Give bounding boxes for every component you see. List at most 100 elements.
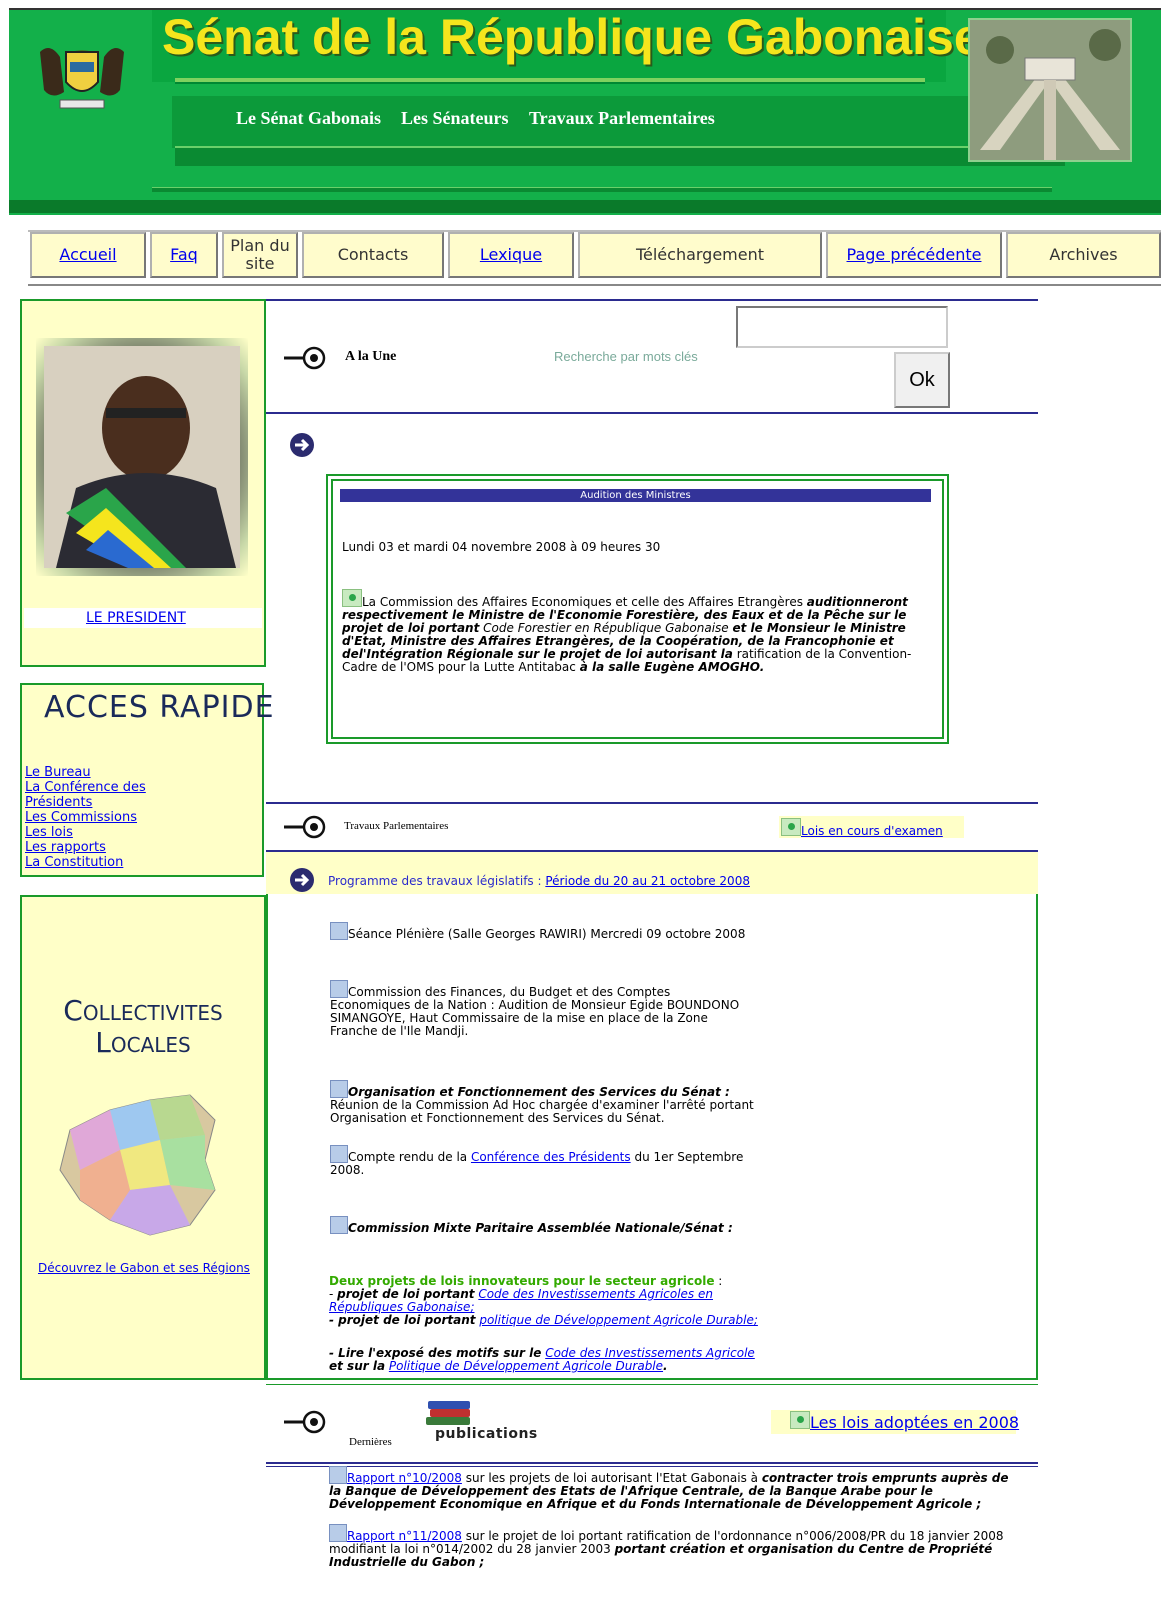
travaux-item-organisation-title: Organisation et Fonctionnement des Servi… [348, 1085, 730, 1099]
lois-en-cours[interactable]: Lois en cours d'examen [781, 818, 943, 838]
collectivites-title-line2: Locales [95, 1026, 191, 1059]
travaux-item-cmp: Commission Mixte Paritaire Assemblée Nat… [330, 1216, 733, 1235]
menu-page-precedente-link[interactable]: Page précédente [847, 246, 982, 264]
rapport-11-link[interactable]: Rapport n°11/2008 [347, 1529, 462, 1543]
circle-arrow-icon [290, 433, 314, 457]
gabon-map-icon[interactable] [40, 1060, 250, 1250]
blue-bullet-icon [330, 1080, 348, 1098]
blue-bullet-icon [330, 922, 348, 940]
bullet-target-icon [284, 1410, 326, 1434]
banner-shadow [9, 200, 1161, 213]
circle-arrow-icon [290, 868, 314, 892]
green-bullet-icon [781, 818, 801, 836]
travaux-item-organisation: Organisation et Fonctionnement des Servi… [330, 1080, 760, 1125]
blue-bullet-icon [330, 1216, 348, 1234]
rule-une-top [266, 299, 1038, 301]
search-label: Recherche par mots clés [554, 349, 698, 364]
projets-agricoles: Deux projets de lois innovateurs pour le… [329, 1274, 758, 1327]
acces-rapide-commissions-link[interactable]: Les Commissions [25, 810, 137, 825]
acces-rapide-rapports-link[interactable]: Les rapports [25, 840, 106, 855]
projet-1-label: projet de loi portant [337, 1287, 475, 1301]
president-link[interactable]: LE PRESIDENT [86, 610, 186, 626]
blue-bullet-icon [330, 980, 348, 998]
lois-adoptees[interactable]: Les lois adoptées en 2008 [790, 1411, 1019, 1432]
dernieres-label: Dernières [349, 1436, 392, 1448]
travaux-item-compte-rendu-pre: Compte rendu de la [348, 1150, 471, 1164]
menu-faq-link[interactable]: Faq [170, 246, 198, 264]
programme-link[interactable]: Période du 20 au 21 octobre 2008 [545, 874, 750, 888]
politique-developpement-link[interactable]: politique de Développement Agricole Dura… [479, 1313, 758, 1327]
bullet-target-icon [284, 815, 326, 839]
topnav-senateurs[interactable]: Les Sénateurs [401, 108, 509, 129]
conference-presidents-link[interactable]: Conférence des Présidents [471, 1150, 631, 1164]
programme-line: Programme des travaux législatifs : Péri… [328, 874, 750, 888]
rapport-10-text: sur les projets de loi autorisant l'Etat… [461, 1471, 762, 1485]
acces-rapide-constitution-link[interactable]: La Constitution [25, 855, 123, 870]
projets-agricoles-colon: : [714, 1274, 723, 1288]
menu-plan-du-site-label: Plan du site [230, 236, 290, 273]
menu-faq[interactable]: Faq [150, 232, 218, 278]
expose-motifs-label: Lire l'exposé des motifs sur le [338, 1346, 542, 1360]
acces-rapide-links: Le Bureau La Conférence des Présidents L… [25, 765, 175, 870]
blue-bullet-icon [329, 1524, 347, 1542]
top-nav-shadow [175, 146, 1065, 166]
lois-adoptees-link[interactable]: Les lois adoptées en 2008 [810, 1413, 1019, 1432]
publications-word: publications [435, 1426, 538, 1442]
audition-text-6: à la salle Eugène AMOGHO. [579, 660, 765, 674]
menu-telechargement-label: Téléchargement [635, 245, 765, 264]
menu-archives-label: Archives [1049, 245, 1118, 264]
travaux-item-organisation-text: Réunion de la Commission Ad Hoc chargée … [330, 1098, 754, 1125]
travaux-item-seance-text: Séance Plénière (Salle Georges RAWIRI) M… [348, 927, 746, 941]
menu-contacts[interactable]: Contacts [302, 232, 444, 278]
projets-agricoles-title: Deux projets de lois innovateurs pour le… [329, 1274, 715, 1288]
travaux-item-compte-rendu: Compte rendu de la Conférence des Présid… [330, 1145, 750, 1177]
acces-rapide-title: ACCES RAPIDE [44, 690, 275, 725]
menu-page-precedente[interactable]: Page précédente [826, 232, 1002, 278]
president-photo[interactable] [36, 338, 248, 576]
audition-text-1: La Commission des Affaires Economiques e… [362, 595, 807, 609]
rapport-10-link[interactable]: Rapport n°10/2008 [347, 1471, 462, 1485]
travaux-item-commission-text: Commission des Finances, du Budget et de… [330, 985, 740, 1038]
title-divider [175, 78, 925, 84]
expose-motifs: - Lire l'exposé des motifs sur le Code d… [329, 1346, 755, 1373]
travaux-item-cmp-text: Commission Mixte Paritaire Assemblée Nat… [348, 1221, 733, 1235]
search-ok-button[interactable]: Ok [894, 352, 950, 408]
programme-prefix: Programme des travaux législatifs : [328, 874, 546, 888]
menu-contacts-label: Contacts [337, 245, 409, 264]
topnav-travaux[interactable]: Travaux Parlementaires [529, 108, 715, 129]
menu-plan-du-site[interactable]: Plan du site [222, 232, 298, 278]
site-title: Sénat de la République Gabonaise [162, 9, 982, 65]
topnav-senat[interactable]: Le Sénat Gabonais [236, 108, 381, 129]
menu-accueil-link[interactable]: Accueil [59, 246, 116, 264]
expose-politique-link[interactable]: Politique de Développement Agricole Dura… [389, 1359, 663, 1373]
rule-une-bottom [266, 412, 1038, 414]
acces-rapide-lois-link[interactable]: Les lois [25, 825, 73, 840]
menu-lexique[interactable]: Lexique [448, 232, 574, 278]
bullet-target-icon [284, 346, 326, 370]
green-bullet-icon [790, 1411, 810, 1429]
travaux-item-commission: Commission des Finances, du Budget et de… [330, 980, 750, 1038]
audition-title: Audition des Ministres [340, 489, 931, 502]
rapport-10: Rapport n°10/2008 sur les projets de loi… [329, 1466, 1019, 1511]
rapport-11: Rapport n°11/2008 sur le projet de loi p… [329, 1524, 1019, 1569]
banner-divider [152, 187, 1052, 192]
senate-building-photo [968, 18, 1132, 162]
acces-rapide-bureau-link[interactable]: Le Bureau [25, 765, 91, 780]
green-bullet-icon [342, 589, 362, 607]
menu-accueil[interactable]: Accueil [30, 232, 146, 278]
expose-motifs-mid: et sur la [329, 1359, 386, 1373]
travaux-item-seance: Séance Plénière (Salle Georges RAWIRI) M… [330, 922, 745, 941]
coat-of-arms-icon [40, 48, 124, 109]
search-input[interactable] [736, 306, 948, 348]
menu-lexique-link[interactable]: Lexique [480, 246, 542, 264]
expose-code-link[interactable]: Code des Investissements Agricole [545, 1346, 755, 1360]
menu-archives[interactable]: Archives [1006, 232, 1161, 278]
menu-telechargement[interactable]: Téléchargement [578, 232, 822, 278]
blue-bullet-icon [330, 1145, 348, 1163]
rule-publications-top [266, 1384, 1038, 1385]
decouvrez-gabon-link[interactable]: Découvrez le Gabon et ses Régions [38, 1261, 250, 1275]
a-la-une-heading: A la Une [345, 349, 397, 364]
lois-en-cours-link[interactable]: Lois en cours d'examen [801, 824, 943, 838]
collectivites-title: Collectivites Locales [24, 995, 262, 1059]
acces-rapide-conference-link[interactable]: La Conférence des Présidents [25, 780, 146, 810]
